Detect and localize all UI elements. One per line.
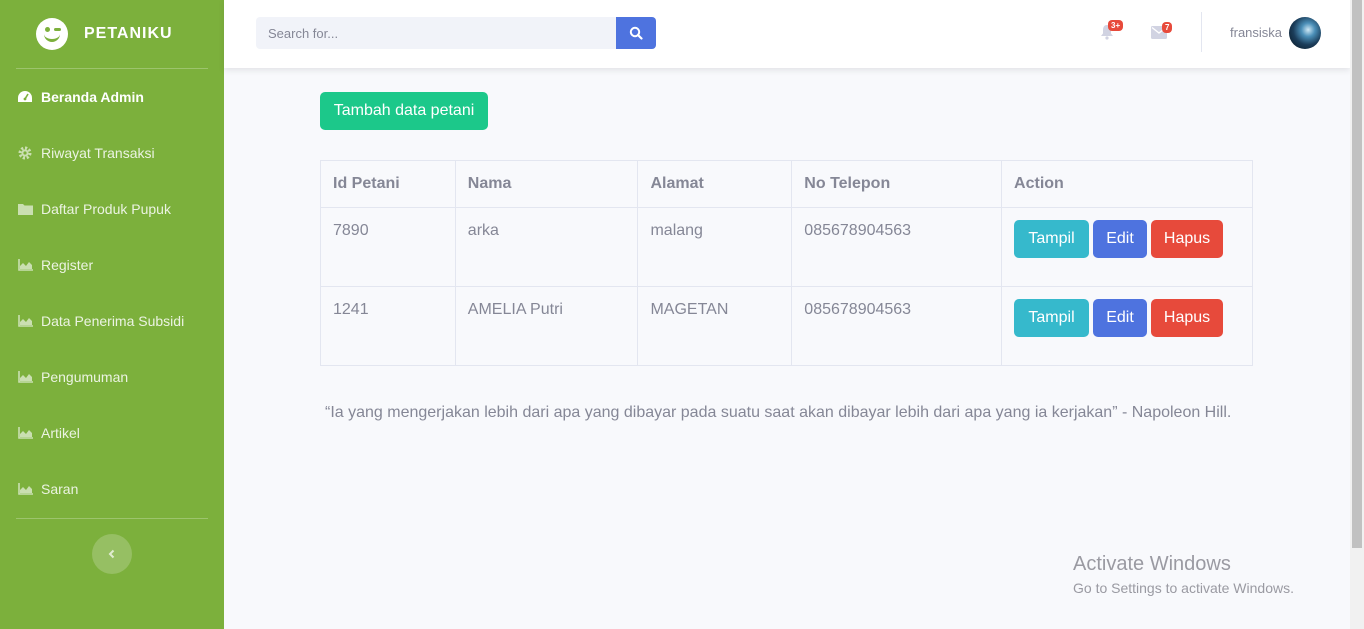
chart-area-icon (17, 313, 33, 329)
delete-button[interactable]: Hapus (1151, 220, 1224, 258)
sidebar-item-riwayat-transaksi[interactable]: Riwayat Transaksi (0, 125, 224, 181)
search-input[interactable] (256, 17, 616, 49)
smile-wink-icon (36, 18, 68, 50)
search-button[interactable] (616, 17, 656, 49)
sidebar-item-register[interactable]: Register (0, 237, 224, 293)
sidebar-item-artikel[interactable]: Artikel (0, 405, 224, 461)
cell-telepon: 085678904563 (791, 207, 1003, 287)
watermark-title: Activate Windows (1073, 553, 1231, 575)
sidebar-item-label: Daftar Produk Pupuk (41, 201, 171, 217)
sidebar-item-daftar-produk-pupuk[interactable]: Daftar Produk Pupuk (0, 181, 224, 237)
chart-area-icon (17, 369, 33, 385)
table-row: 1241 AMELIA Putri MAGETAN 085678904563 T… (320, 286, 1253, 366)
alerts-badge: 3+ (1108, 20, 1124, 31)
column-header-nama[interactable]: Nama (454, 160, 639, 208)
folder-icon (17, 201, 33, 217)
sidebar-item-beranda-admin[interactable]: Beranda Admin (0, 69, 224, 125)
cell-action: Tampil Edit Hapus (1001, 286, 1253, 366)
column-header-telepon[interactable]: No Telepon (791, 160, 1003, 208)
sidebar-item-label: Register (41, 257, 94, 273)
topbar-divider (1201, 12, 1202, 52)
table-header-row: Id Petani Nama Alamat No Telepon Action (320, 160, 1253, 208)
messages-badge: 7 (1162, 22, 1173, 33)
watermark-subtitle: Go to Settings to activate Windows. (1073, 580, 1294, 596)
brand[interactable]: PETANIKU (0, 0, 224, 68)
sidebar-item-data-penerima-subsidi[interactable]: Data Penerima Subsidi (0, 293, 224, 349)
sidebar-item-label: Riwayat Transaksi (41, 145, 155, 161)
quote-text: “Ia yang mengerjakan lebih dari apa yang… (325, 404, 1232, 421)
cell-nama: arka (454, 207, 639, 287)
column-header-alamat[interactable]: Alamat (637, 160, 793, 208)
chevron-left-icon (108, 549, 115, 559)
cog-icon (17, 145, 33, 161)
page-scrollbar[interactable] (1350, 0, 1364, 629)
sidebar-item-pengumuman[interactable]: Pengumuman (0, 349, 224, 405)
sidebar-item-label: Beranda Admin (41, 89, 144, 105)
edit-button[interactable]: Edit (1093, 220, 1148, 258)
search-form (256, 17, 656, 49)
edit-button[interactable]: Edit (1093, 299, 1148, 337)
cell-alamat: MAGETAN (637, 286, 793, 366)
avatar[interactable] (1289, 17, 1321, 49)
add-farmer-button[interactable]: Tambah data petani (320, 92, 488, 130)
cell-alamat: malang (637, 207, 793, 287)
sidebar-item-label: Data Penerima Subsidi (41, 313, 185, 329)
topbar: 3+ 7 fransiska (224, 0, 1350, 68)
sidebar-item-label: Pengumuman (41, 369, 129, 385)
show-button[interactable]: Tampil (1014, 299, 1090, 337)
sidebar-item-saran[interactable]: Saran (0, 461, 224, 517)
alerts-dropdown[interactable]: 3+ (1100, 20, 1124, 45)
sidebar: PETANIKU Beranda Admin Riwayat Transaksi… (0, 0, 224, 629)
sidebar-toggle-button[interactable] (92, 534, 132, 574)
cell-id: 1241 (320, 286, 456, 366)
show-button[interactable]: Tampil (1014, 220, 1090, 258)
column-header-id[interactable]: Id Petani (320, 160, 456, 208)
cell-id: 7890 (320, 207, 456, 287)
sidebar-item-label: Saran (41, 481, 79, 497)
column-header-action: Action (1001, 160, 1253, 208)
cell-action: Tampil Edit Hapus (1001, 207, 1253, 287)
chart-area-icon (17, 257, 33, 273)
cell-nama: AMELIA Putri (454, 286, 639, 366)
windows-activation-watermark: Activate Windows Go to Settings to activ… (1073, 553, 1294, 596)
sidebar-item-label: Artikel (41, 425, 80, 441)
messages-dropdown[interactable]: 7 (1151, 22, 1173, 44)
scrollbar-thumb[interactable] (1352, 0, 1362, 548)
search-icon (629, 26, 643, 40)
table-row: 7890 arka malang 085678904563 Tampil Edi… (320, 207, 1253, 287)
chart-area-icon (17, 481, 33, 497)
delete-button[interactable]: Hapus (1151, 299, 1224, 337)
tachometer-icon (17, 89, 33, 105)
chart-area-icon (17, 425, 33, 441)
brand-name: PETANIKU (84, 25, 173, 42)
user-name[interactable]: fransiska (1230, 25, 1282, 40)
cell-telepon: 085678904563 (791, 286, 1003, 366)
farmers-table: Id Petani Nama Alamat No Telepon Action … (320, 160, 1253, 366)
